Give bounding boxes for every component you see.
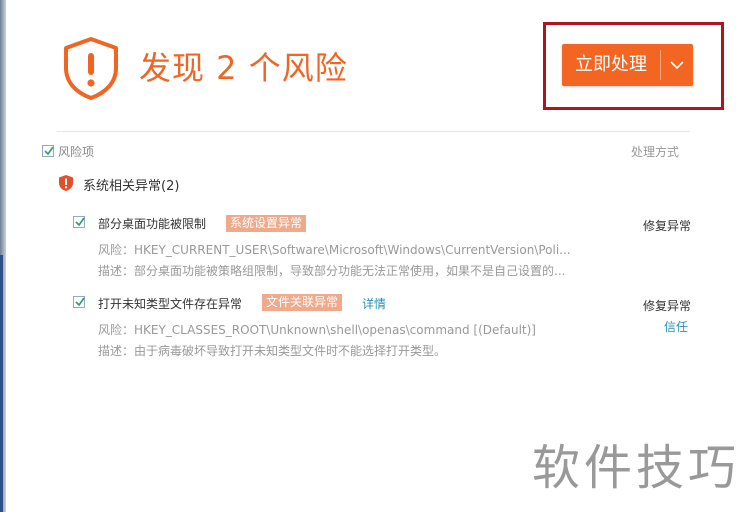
- checkmark-icon: [44, 146, 54, 156]
- header-divider: [57, 131, 690, 132]
- checkmark-icon: [75, 297, 85, 307]
- process-now-button[interactable]: 立即处理: [562, 44, 660, 86]
- risk-item-title: 打开未知类型文件存在异常: [98, 297, 243, 311]
- item-checkbox[interactable]: [73, 216, 85, 228]
- risk-category-tag: 系统设置异常: [226, 215, 307, 232]
- risk-description-text: 描述：部分桌面功能被策略组限制，导致部分功能无法正常使用，如果不是自己设置的..…: [98, 264, 566, 278]
- risk-detail-text: 风险：HKEY_CURRENT_USER\Software\Microsoft\…: [98, 243, 571, 257]
- select-all-checkbox[interactable]: [42, 145, 54, 157]
- trust-link[interactable]: 信任: [664, 318, 688, 335]
- group-title: 系统相关异常(2): [83, 179, 180, 194]
- risk-item-title: 部分桌面功能被限制: [98, 217, 207, 231]
- repair-link[interactable]: 修复异常: [643, 297, 691, 314]
- handling-method-label: 处理方式: [631, 145, 680, 159]
- warning-shield-icon: [64, 37, 118, 100]
- risk-shield-icon: [59, 175, 73, 191]
- details-link[interactable]: 详情: [362, 295, 386, 312]
- risk-description-text: 描述：由于病毒破坏导致打开未知类型文件时不能选择打开类型。: [98, 344, 447, 358]
- watermark-text: 软件技巧: [532, 440, 741, 496]
- item-checkbox[interactable]: [73, 296, 85, 308]
- repair-link[interactable]: 修复异常: [643, 217, 691, 234]
- process-options-dropdown[interactable]: [661, 44, 693, 86]
- risk-items-label: 风险项: [58, 145, 95, 159]
- chevron-down-icon: [670, 61, 684, 70]
- risk-category-tag: 文件关联异常: [262, 294, 343, 311]
- risk-detail-text: 风险：HKEY_CLASSES_ROOT\Unknown\shell\opena…: [98, 323, 536, 337]
- page-title: 发现 2 个风险: [139, 49, 348, 87]
- checkmark-icon: [75, 217, 85, 227]
- process-now-button-group: 立即处理: [562, 44, 693, 86]
